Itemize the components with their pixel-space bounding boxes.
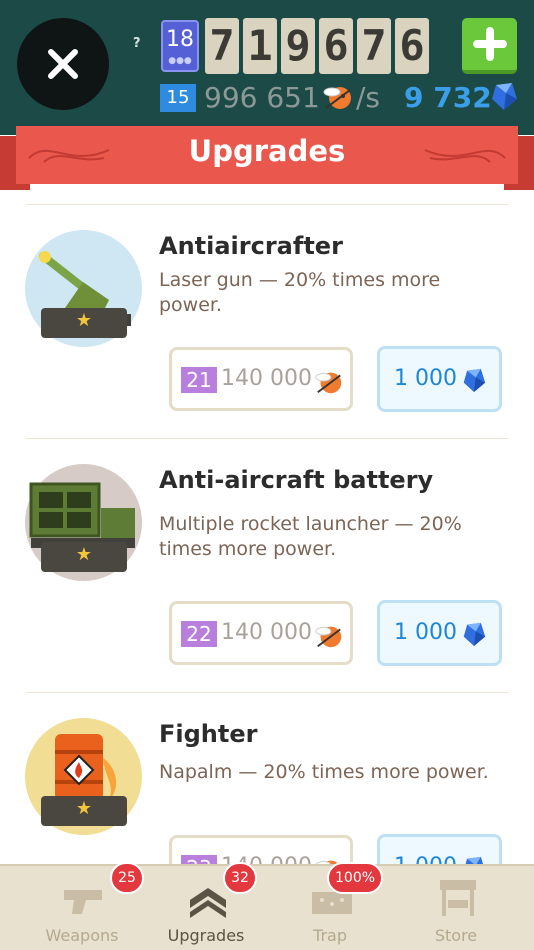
divider bbox=[26, 692, 508, 693]
star-icon: ★ bbox=[75, 798, 93, 819]
list-item: ★ Antiaircrafter Laser gun — 20% times m… bbox=[0, 192, 534, 446]
item-title: Fighter bbox=[159, 720, 258, 748]
ribbon-banner: Upgrades bbox=[16, 126, 518, 184]
level-value: 18 bbox=[166, 27, 194, 52]
price-level-badge: 22 bbox=[181, 621, 217, 647]
buy-with-coins-button[interactable]: 22 140 000 bbox=[169, 601, 353, 665]
item-title: Anti-aircraft battery bbox=[159, 466, 434, 494]
trap-badge: 100% bbox=[327, 862, 384, 894]
price-value: 140 000 bbox=[221, 620, 312, 645]
item-title: Antiaircrafter bbox=[159, 232, 343, 260]
weapons-badge: 25 bbox=[110, 862, 144, 894]
gem-icon bbox=[492, 83, 517, 110]
mosquito-icon bbox=[315, 626, 342, 648]
buy-with-coins-button[interactable]: 21 140 000 bbox=[169, 347, 353, 411]
item-avatar: ★ bbox=[25, 718, 142, 835]
help-button[interactable]: ? bbox=[133, 36, 141, 51]
mosquito-icon bbox=[315, 372, 342, 394]
tab-label: Trap bbox=[313, 926, 347, 945]
level-dots: ●●● bbox=[168, 56, 192, 66]
gem-price: 1 000 bbox=[394, 366, 457, 391]
rank-pedestal: ★ bbox=[41, 542, 127, 572]
item-description: Multiple rocket launcher — 20% times mor… bbox=[159, 513, 462, 560]
rate-unit: /s bbox=[356, 81, 381, 114]
rank-pedestal: ★ bbox=[41, 796, 127, 826]
plus-icon bbox=[472, 27, 507, 61]
gem-icon bbox=[463, 622, 486, 646]
add-currency-button[interactable] bbox=[462, 18, 517, 74]
gun-icon bbox=[64, 890, 102, 914]
level-badge: 18 ●●● bbox=[161, 20, 199, 72]
tab-label: Weapons bbox=[45, 926, 119, 945]
gem-icon bbox=[463, 368, 486, 392]
mosquito-icon bbox=[323, 87, 351, 109]
price-level-badge: 21 bbox=[181, 367, 217, 393]
section-ribbon: Upgrades bbox=[0, 126, 534, 192]
buy-with-gems-button[interactable]: 1 000 bbox=[377, 346, 502, 412]
close-button[interactable] bbox=[17, 18, 109, 110]
counter-digit: 6 bbox=[395, 18, 429, 74]
counter-digit: 1 bbox=[243, 18, 277, 74]
star-icon: ★ bbox=[75, 544, 93, 565]
list-item: ★ Anti-aircraft battery Multiple rocket … bbox=[0, 446, 534, 700]
item-avatar: ★ bbox=[25, 464, 142, 581]
buy-with-gems-button[interactable]: 1 000 bbox=[377, 600, 502, 666]
price-value: 140 000 bbox=[221, 366, 312, 391]
divider bbox=[26, 438, 508, 439]
counter-digit: 6 bbox=[319, 18, 353, 74]
bottom-tab-bar: Weapons Upgrades Trap Store 25 32 100% bbox=[0, 862, 534, 950]
rate-value: 996 651 bbox=[204, 81, 320, 114]
page-title: Upgrades bbox=[188, 134, 346, 168]
item-description: Napalm — 20% times more power. bbox=[159, 761, 489, 783]
close-icon bbox=[48, 49, 78, 79]
rate-level-badge: 15 bbox=[160, 84, 196, 112]
counter-digit: 7 bbox=[205, 18, 239, 74]
upgrades-badge: 32 bbox=[223, 862, 257, 894]
star-icon: ★ bbox=[75, 310, 93, 331]
counter-digit: 9 bbox=[281, 18, 315, 74]
top-bar: ? 18 ●●● 7 1 9 6 7 6 15 996 651 /s 9 732 bbox=[0, 0, 534, 135]
store-icon bbox=[440, 880, 476, 916]
item-avatar: ★ bbox=[25, 230, 142, 347]
gem-price: 1 000 bbox=[394, 620, 457, 645]
rank-pedestal: ★ bbox=[41, 308, 127, 338]
counter-digit: 7 bbox=[357, 18, 391, 74]
tab-label: Store bbox=[434, 926, 478, 945]
tab-label: Upgrades bbox=[167, 926, 245, 945]
item-description: Laser gun — 20% times more power. bbox=[159, 269, 441, 316]
tab-store[interactable]: Store bbox=[396, 866, 516, 950]
score-counter: 7 1 9 6 7 6 bbox=[205, 18, 429, 74]
gem-balance: 9 732 bbox=[404, 81, 492, 114]
